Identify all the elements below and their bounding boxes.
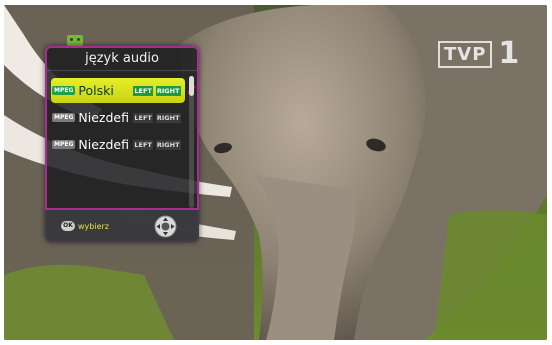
menu-title: język audio bbox=[47, 48, 197, 71]
channel-left-badge: LEFT bbox=[133, 139, 153, 150]
track-language: Niezdefi bbox=[78, 137, 129, 152]
channel-logo-letters: TVP bbox=[444, 43, 487, 65]
audio-track-item[interactable]: MPEG Niezdefi LEFT RIGHT bbox=[51, 105, 185, 130]
scrollbar-thumb[interactable] bbox=[189, 76, 194, 96]
channel-logo: TVP 1 bbox=[438, 39, 519, 69]
menu-scrollbar[interactable] bbox=[189, 76, 194, 208]
audio-language-menu[interactable]: język audio MPEG Polski LEFT RIGHT ✓ MPE… bbox=[45, 46, 199, 242]
audio-track-item[interactable]: MPEG Niezdefi LEFT RIGHT bbox=[51, 132, 185, 157]
channel-left-badge: LEFT bbox=[133, 85, 153, 96]
channel-logo-number: 1 bbox=[498, 36, 520, 71]
channel-right-badge: RIGHT bbox=[155, 85, 181, 96]
audio-track-list[interactable]: MPEG Polski LEFT RIGHT ✓ MPEG Niezdefi L… bbox=[51, 78, 199, 159]
track-language: Niezdefi bbox=[78, 110, 129, 125]
ok-key-icon: OK bbox=[61, 221, 75, 231]
channel-right-badge: RIGHT bbox=[155, 139, 181, 150]
track-language: Polski bbox=[78, 83, 114, 98]
dpad-icon bbox=[154, 215, 177, 238]
channel-logo-text: TVP bbox=[438, 40, 493, 68]
channel-left-badge: LEFT bbox=[133, 112, 153, 123]
select-hint: wybierz bbox=[78, 221, 109, 231]
menu-footer: OK wybierz bbox=[45, 208, 199, 242]
codec-badge: MPEG bbox=[52, 113, 76, 122]
audio-track-item[interactable]: MPEG Polski LEFT RIGHT ✓ bbox=[51, 78, 199, 103]
channel-right-badge: RIGHT bbox=[155, 112, 181, 123]
codec-badge: MPEG bbox=[52, 140, 76, 149]
codec-badge: MPEG bbox=[52, 86, 76, 95]
